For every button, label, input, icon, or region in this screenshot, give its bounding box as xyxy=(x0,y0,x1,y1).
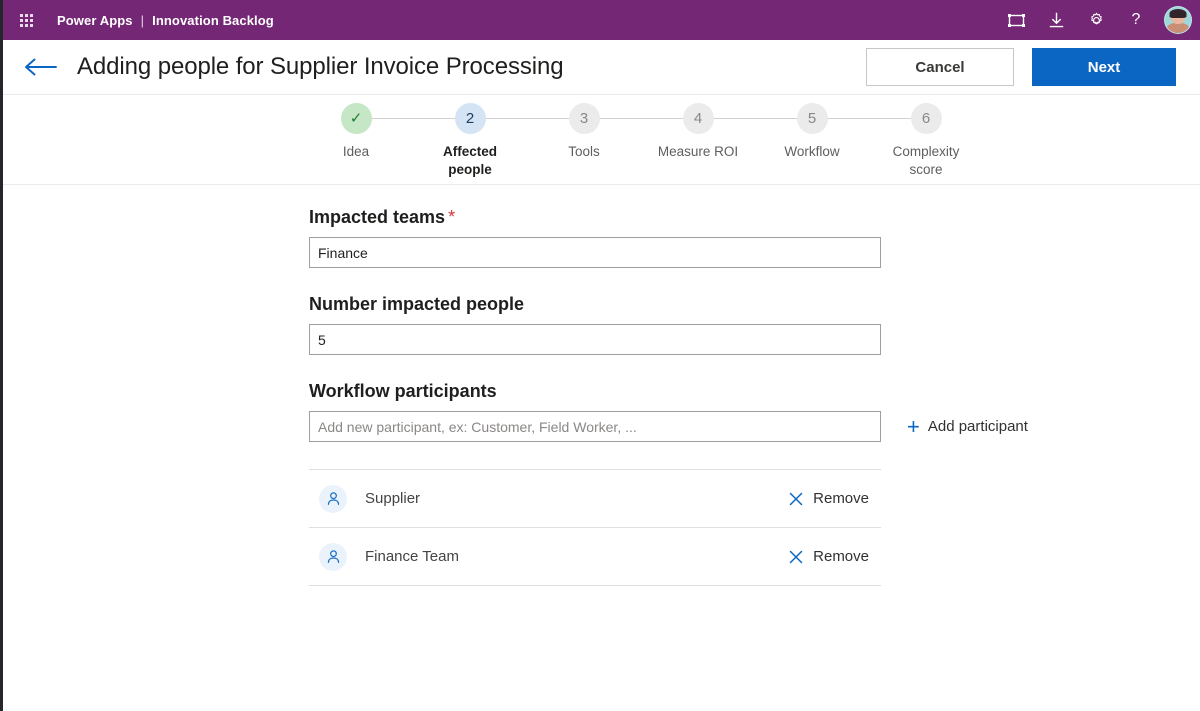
number-impacted-people-label: Number impacted people xyxy=(309,294,525,314)
cancel-button[interactable]: Cancel xyxy=(866,48,1014,86)
required-asterisk: * xyxy=(448,207,456,227)
new-participant-input[interactable] xyxy=(309,411,881,442)
step-label: Complexity score xyxy=(892,144,960,177)
form-area: Impacted teams* Number impacted people W… xyxy=(3,185,1200,586)
help-button[interactable]: ? xyxy=(1118,2,1154,38)
settings-button[interactable] xyxy=(1078,2,1114,38)
step-bubble-5: 5 xyxy=(796,103,828,134)
fit-to-screen-icon xyxy=(1007,13,1025,27)
remove-label: Remove xyxy=(813,548,869,565)
step-bubble-2: 2 xyxy=(454,103,486,134)
field-number-impacted-people: Number impacted people xyxy=(309,294,1039,355)
add-participant-button[interactable]: + Add participant xyxy=(907,413,1028,439)
back-arrow-icon xyxy=(25,58,57,76)
gear-icon xyxy=(1090,12,1102,24)
step-label: Idea xyxy=(342,144,370,159)
next-button[interactable]: Next xyxy=(1032,48,1176,86)
step-complexity-score[interactable]: 6 Complexity score xyxy=(869,103,983,179)
list-item[interactable]: Supplier Remove xyxy=(309,470,881,528)
step-bubble-check: ✓ xyxy=(340,103,372,134)
step-workflow[interactable]: 5 Workflow xyxy=(755,103,926,161)
impacted-teams-label: Impacted teams * xyxy=(309,207,1039,228)
list-item[interactable]: Finance Team Remove xyxy=(309,528,881,586)
command-bar: Adding people for Supplier Invoice Proce… xyxy=(3,40,1200,95)
participants-list: Supplier Remove Finance Team Remove xyxy=(309,469,881,586)
step-label: Affected people xyxy=(442,144,497,177)
person-avatar xyxy=(319,484,347,513)
step-idea[interactable]: ✓ Idea xyxy=(299,103,470,161)
page-title: Adding people for Supplier Invoice Proce… xyxy=(77,53,564,80)
app-launcher-button[interactable] xyxy=(9,3,43,37)
avatar[interactable] xyxy=(1164,6,1192,34)
workflow-participants-label: Workflow participants xyxy=(309,381,497,401)
impacted-teams-label-text: Impacted teams xyxy=(309,207,446,227)
back-button[interactable] xyxy=(23,49,59,85)
step-measure-roi[interactable]: 4 Measure ROI xyxy=(641,103,812,161)
step-label: Workflow xyxy=(784,144,840,159)
participant-name: Finance Team xyxy=(365,548,459,565)
plus-icon: + xyxy=(907,413,920,439)
fit-to-screen-button[interactable] xyxy=(998,2,1034,38)
add-participant-row: + Add participant xyxy=(309,411,1039,442)
avatar-body xyxy=(1167,23,1189,33)
suite-header-bar: Power Apps | Innovation Backlog ? xyxy=(3,0,1200,40)
avatar-hair xyxy=(1169,9,1187,18)
app-window: Power Apps | Innovation Backlog ? Adding… xyxy=(0,0,1200,711)
step-bubble-3: 3 xyxy=(568,103,600,134)
person-icon xyxy=(327,492,339,505)
remove-participant-button[interactable]: Remove xyxy=(789,490,875,507)
remove-label: Remove xyxy=(813,490,869,507)
stepper-track: ✓ Idea 2 Affected people 3 Tools 4 Measu… xyxy=(3,95,1200,179)
app-name[interactable]: Innovation Backlog xyxy=(152,13,274,28)
remove-participant-button[interactable]: Remove xyxy=(789,548,875,565)
step-tools[interactable]: 3 Tools xyxy=(527,103,698,161)
participant-name: Supplier xyxy=(365,490,421,507)
suite-brand: Power Apps | Innovation Backlog xyxy=(57,13,274,28)
app-launcher-grid-icon xyxy=(19,13,33,27)
field-workflow-participants: Workflow participants + Add participant xyxy=(309,381,1039,586)
help-icon: ? xyxy=(1131,11,1141,28)
impacted-teams-input[interactable] xyxy=(309,237,881,268)
step-label: Measure ROI xyxy=(657,144,739,159)
download-icon xyxy=(1049,12,1063,27)
download-button[interactable] xyxy=(1038,2,1074,38)
step-bubble-6: 6 xyxy=(910,103,942,134)
step-affected-people[interactable]: 2 Affected people xyxy=(413,103,584,179)
form-content: Impacted teams* Number impacted people W… xyxy=(309,207,1039,586)
add-participant-label: Add participant xyxy=(927,418,1028,435)
step-label: Tools xyxy=(568,144,600,159)
close-x-icon xyxy=(789,492,803,506)
number-impacted-people-input[interactable] xyxy=(309,324,881,355)
person-icon xyxy=(327,550,339,563)
field-impacted-teams: Impacted teams * xyxy=(309,207,1039,268)
suite-actions: ? xyxy=(998,2,1192,38)
product-name[interactable]: Power Apps xyxy=(57,13,133,28)
step-bubble-4: 4 xyxy=(682,103,714,134)
brand-separator: | xyxy=(140,12,145,28)
close-x-icon xyxy=(789,550,803,564)
person-avatar xyxy=(319,542,347,571)
wizard-stepper: ✓ Idea 2 Affected people 3 Tools 4 Measu… xyxy=(3,95,1200,185)
